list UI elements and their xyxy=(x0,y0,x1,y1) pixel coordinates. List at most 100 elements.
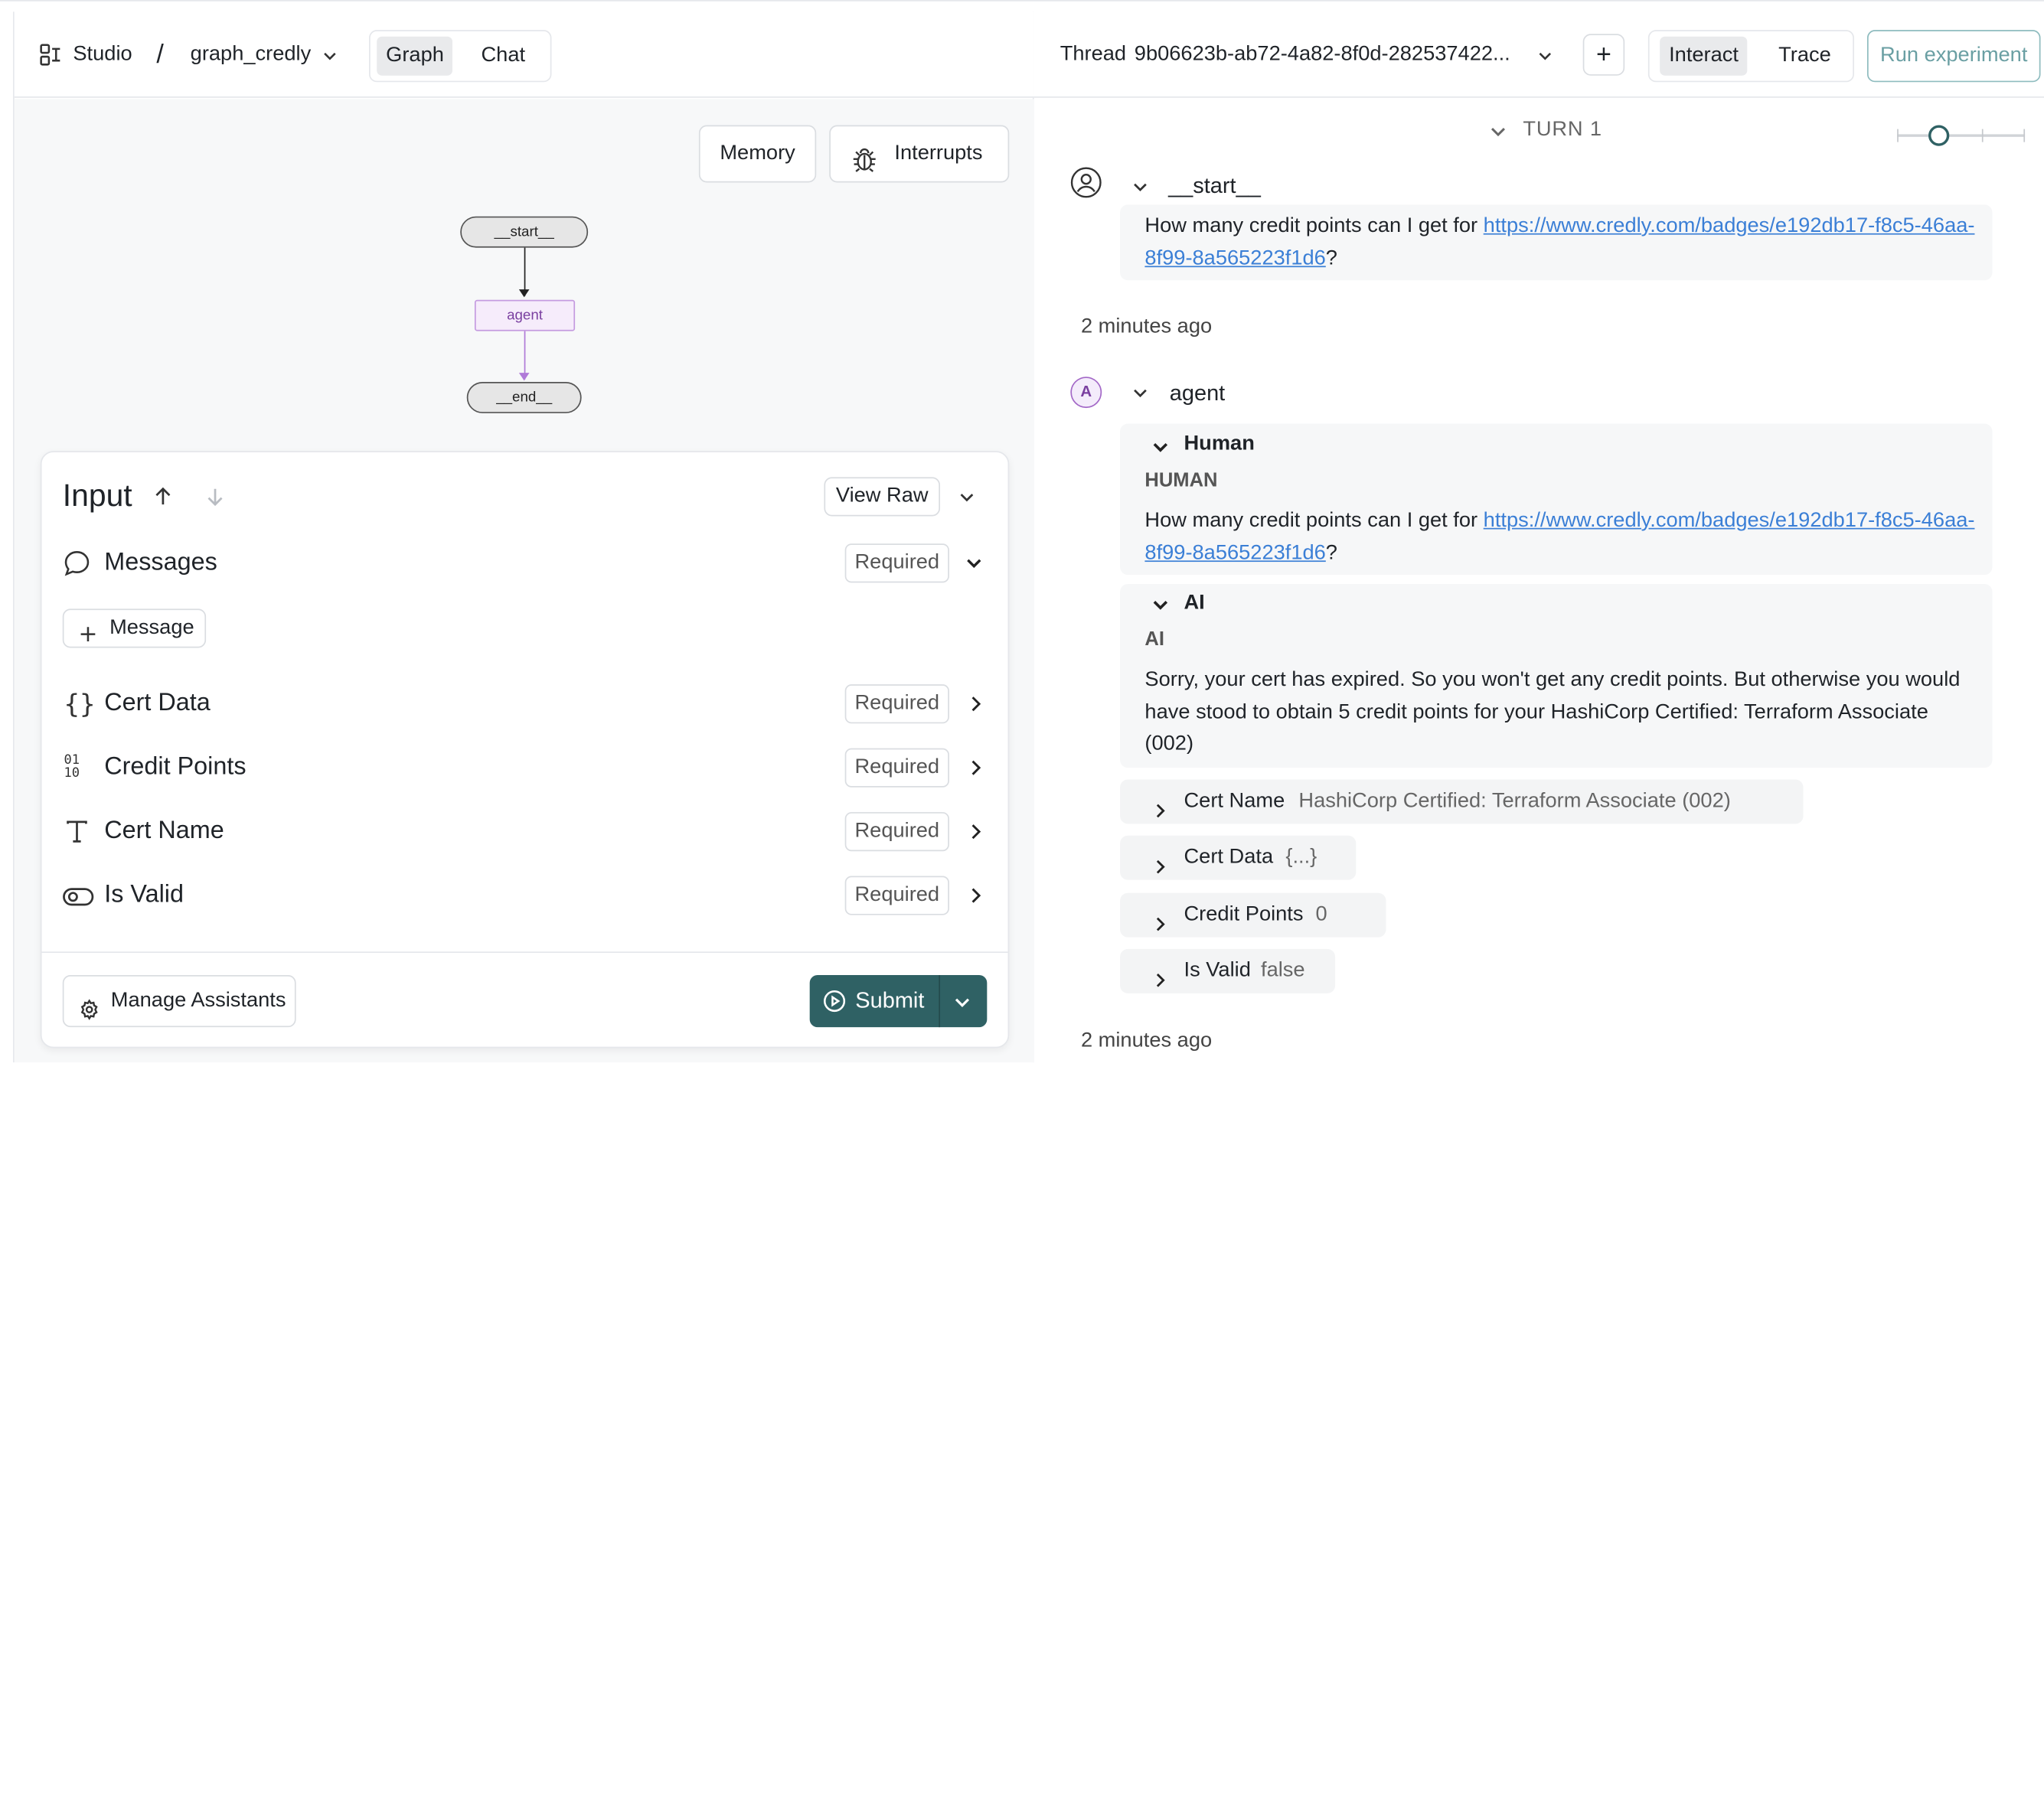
right-topbar: Thread 9b06623b-ab72-4a82-8f0d-282537422… xyxy=(1033,11,2044,98)
status-badge: Required xyxy=(844,876,949,915)
tab-chat[interactable]: Chat xyxy=(472,37,534,76)
memory-button[interactable]: Memory xyxy=(698,125,817,183)
graph-canvas[interactable]: Memory Interrupts __start__ agent __end_… xyxy=(14,99,1034,1063)
manage-assistants-label: Manage Assistants xyxy=(110,989,286,1012)
slider-tick xyxy=(2023,129,2026,142)
chevron-right-icon[interactable] xyxy=(968,823,983,845)
state-field-credit-points[interactable]: Credit Points 0 xyxy=(1120,892,1386,938)
ai-message: AI AI Sorry, your cert has expired. So y… xyxy=(1120,584,1993,768)
field-label-cert-name: Cert Name xyxy=(104,817,224,845)
tab-graph[interactable]: Graph xyxy=(377,36,453,76)
chevron-right-icon xyxy=(1153,849,1167,893)
chevron-right-icon xyxy=(1153,906,1167,951)
status-badge: Required xyxy=(844,748,949,788)
chevron-right-icon xyxy=(1153,962,1167,1006)
state-key: Is Valid xyxy=(1184,959,1251,982)
thread-id-selector[interactable]: 9b06623b-ab72-4a82-8f0d-282537422... xyxy=(1135,43,1510,67)
message-text: ? xyxy=(1325,541,1337,564)
binary-icon: 01 10 xyxy=(64,753,80,781)
plus-icon xyxy=(80,619,96,656)
turn-slider[interactable] xyxy=(1897,125,2026,146)
chevron-down-icon[interactable] xyxy=(958,489,975,513)
state-key: Cert Data xyxy=(1184,846,1274,869)
arrow-up-icon[interactable] xyxy=(154,486,172,514)
state-value: 0 xyxy=(1315,903,1327,926)
chevron-down-icon[interactable] xyxy=(965,554,983,576)
text-type-icon xyxy=(64,819,90,852)
mode-tabs: Interact Trace xyxy=(1647,30,1854,83)
graph-selector-label[interactable]: graph_credly xyxy=(191,43,312,67)
chevron-down-icon[interactable] xyxy=(322,47,338,70)
chevron-down-icon[interactable] xyxy=(1131,384,1148,408)
chevron-down-icon[interactable] xyxy=(1151,595,1170,620)
human-header[interactable]: Human xyxy=(1184,432,1255,456)
memory-label: Memory xyxy=(720,142,795,165)
slider-tick xyxy=(1897,129,1899,142)
left-topbar: Studio / graph_credly Graph Chat xyxy=(14,11,1034,98)
message-bubble-icon xyxy=(63,549,91,584)
state-value: HashiCorp Certified: Terraform Associate… xyxy=(1298,790,1731,813)
chevron-down-icon[interactable] xyxy=(1151,438,1170,462)
chevron-right-icon[interactable] xyxy=(968,695,983,717)
toggle-icon xyxy=(63,886,94,914)
run-experiment-label: Run experiment xyxy=(1880,44,2028,67)
human-message: Human HUMAN How many credit points can I… xyxy=(1120,423,1993,576)
human-role: HUMAN xyxy=(1144,469,1218,492)
ai-role: AI xyxy=(1144,628,1164,651)
add-message-button[interactable]: Message xyxy=(62,608,207,648)
state-field-is-valid[interactable]: Is Valid false xyxy=(1120,948,1336,993)
timestamp: 2 minutes ago xyxy=(1080,315,1213,338)
manage-assistants-button[interactable]: Manage Assistants xyxy=(62,974,296,1028)
graph-node-start[interactable]: __start__ xyxy=(460,216,589,248)
tab-trace[interactable]: Trace xyxy=(1769,37,1840,76)
graph-node-agent[interactable]: agent xyxy=(474,299,576,331)
interrupts-button[interactable]: Interrupts xyxy=(829,125,1010,183)
graph-node-end[interactable]: __end__ xyxy=(466,382,582,413)
state-key: Cert Name xyxy=(1184,790,1285,813)
studio-icon[interactable] xyxy=(39,43,63,67)
state-value: {...} xyxy=(1285,846,1317,869)
chevron-right-icon[interactable] xyxy=(968,758,983,781)
slider-handle[interactable] xyxy=(1928,125,1950,146)
start-message-text: How many credit points can I get for htt… xyxy=(1144,211,1979,275)
chevron-down-icon[interactable] xyxy=(1131,178,1148,202)
submit-button[interactable]: Submit xyxy=(810,975,938,1027)
ai-header[interactable]: AI xyxy=(1184,592,1205,615)
plus-icon: + xyxy=(1595,40,1611,70)
input-title: Input xyxy=(62,478,132,514)
new-thread-button[interactable]: + xyxy=(1582,34,1625,76)
chevron-right-icon xyxy=(1153,793,1167,837)
node-name-start[interactable]: __start__ xyxy=(1168,174,1261,200)
node-name-agent[interactable]: agent xyxy=(1170,380,1225,406)
timestamp: 2 minutes ago xyxy=(1080,1029,1213,1052)
field-label-cert-data: Cert Data xyxy=(104,689,211,717)
arrow-head xyxy=(518,289,530,298)
chevron-right-icon[interactable] xyxy=(968,886,983,908)
status-badge: Required xyxy=(844,812,949,852)
state-field-cert-name[interactable]: Cert Name HashiCorp Certified: Terraform… xyxy=(1120,779,1804,824)
message-text: ? xyxy=(1325,246,1337,269)
messages-label: Messages xyxy=(104,549,217,576)
arrow-head xyxy=(518,373,530,381)
run-experiment-button[interactable]: Run experiment xyxy=(1866,30,2041,83)
message-text: How many credit points can I get for xyxy=(1144,215,1484,237)
studio-label[interactable]: Studio xyxy=(73,43,132,67)
human-message-text: How many credit points can I get for htt… xyxy=(1144,506,1979,569)
chevron-down-icon[interactable] xyxy=(953,993,971,1018)
interrupts-label: Interrupts xyxy=(894,142,983,165)
chevron-down-icon[interactable] xyxy=(1537,47,1553,70)
state-field-cert-data[interactable]: Cert Data {...} xyxy=(1120,835,1357,880)
breadcrumb-separator: / xyxy=(156,40,164,70)
add-message-label: Message xyxy=(109,616,194,639)
status-badge: Required xyxy=(844,684,949,724)
state-value: false xyxy=(1260,959,1305,982)
status-badge: Required xyxy=(844,543,949,583)
chevron-down-icon[interactable] xyxy=(1489,122,1507,147)
view-raw-button[interactable]: View Raw xyxy=(824,477,941,517)
field-label-credit-points: Credit Points xyxy=(104,753,247,781)
arrow-down-icon[interactable] xyxy=(206,486,224,514)
turn-label[interactable]: TURN 1 xyxy=(1523,119,1602,142)
play-circle-icon xyxy=(823,990,847,1019)
tab-interact[interactable]: Interact xyxy=(1660,36,1748,76)
submit-label: Submit xyxy=(855,988,925,1013)
